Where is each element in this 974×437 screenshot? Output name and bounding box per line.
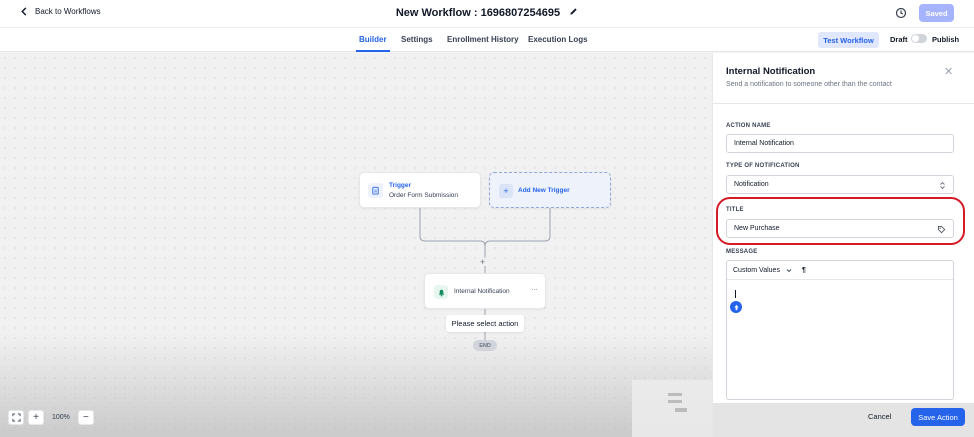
action-name-value: Internal Notification [734,140,794,147]
paragraph-icon[interactable]: ¶ [802,267,806,274]
custom-values-dropdown[interactable]: Custom Values [733,267,780,274]
message-toolbar: Custom Values ¶ [727,261,953,280]
clipboard-icon [368,183,383,198]
select-action-tooltip: Please select action [446,315,524,332]
pencil-icon[interactable] [569,7,578,19]
workflow-title-text: New Workflow : 1696807254695 [395,7,561,19]
minimap-node [668,393,682,396]
add-trigger-label: Add New Trigger [518,187,570,194]
connector-lines [419,208,551,340]
zoom-controls: + 100% − [8,410,94,425]
tabs-bar: Builder Settings Enrollment History Exec… [0,28,974,52]
notification-type-value: Notification [734,181,769,188]
chevron-down-icon [786,268,792,272]
cancel-button[interactable]: Cancel [868,412,891,421]
message-label: MESSAGE [726,249,758,255]
panel-title: Internal Notification [726,66,816,77]
tab-builder[interactable]: Builder [356,35,390,52]
action-settings-panel: Internal Notification Send a notificatio… [712,53,974,437]
minimap-node [675,408,687,412]
type-of-notification-label: TYPE OF NOTIFICATION [726,163,800,169]
title-highlight-annotation [716,197,965,245]
trigger-subtitle: Order Form Submission [389,192,458,199]
action-name-label: ACTION NAME [726,123,771,129]
zoom-level: 100% [52,414,70,421]
more-options-icon[interactable]: ··· [531,284,538,294]
workflow-canvas[interactable]: Trigger Order Form Submission + Add New … [0,53,712,437]
panel-divider [713,103,974,104]
bell-icon [434,285,448,299]
select-arrows-icon [940,181,945,190]
workflow-title: New Workflow : 1696807254695 [0,7,974,19]
draft-label: Draft [890,35,908,44]
zoom-in-button[interactable]: + [28,410,44,425]
plus-icon: + [499,184,513,198]
saved-button[interactable]: Saved [919,4,954,22]
minimap-node [668,400,682,403]
tab-settings[interactable]: Settings [401,35,433,44]
action-name-input[interactable]: Internal Notification [726,134,954,153]
close-icon[interactable]: ✕ [944,65,953,78]
trigger-title: Trigger [389,182,412,189]
drop-pin-icon[interactable] [730,301,742,313]
text-cursor [735,290,736,298]
save-action-button[interactable]: Save Action [911,408,965,426]
panel-subtitle: Send a notification to someone other tha… [726,81,892,88]
publish-label: Publish [932,35,960,44]
zoom-out-button[interactable]: − [77,410,94,425]
end-badge: END [473,340,497,351]
publish-toggle[interactable] [911,34,927,43]
test-workflow-button[interactable]: Test Workflow [818,32,879,48]
top-bar: Back to Workflows New Workflow : 1696807… [0,0,974,28]
history-icon[interactable] [895,7,907,19]
tab-execution-logs[interactable]: Execution Logs [528,35,588,44]
add-step-plus-icon[interactable]: + [480,257,485,267]
panel-footer: Cancel Save Action [713,403,974,437]
fit-screen-icon[interactable] [8,410,24,425]
notification-type-select[interactable]: Notification [726,175,954,194]
add-new-trigger-button[interactable]: + Add New Trigger [489,172,611,208]
tab-enrollment-history[interactable]: Enrollment History [447,35,519,44]
minimap[interactable] [632,380,712,437]
message-editor[interactable]: Custom Values ¶ [726,260,954,400]
trigger-node[interactable]: Trigger Order Form Submission [359,172,481,208]
action-label: Internal Notification [454,288,510,295]
internal-notification-node[interactable]: Internal Notification ··· [424,273,546,309]
